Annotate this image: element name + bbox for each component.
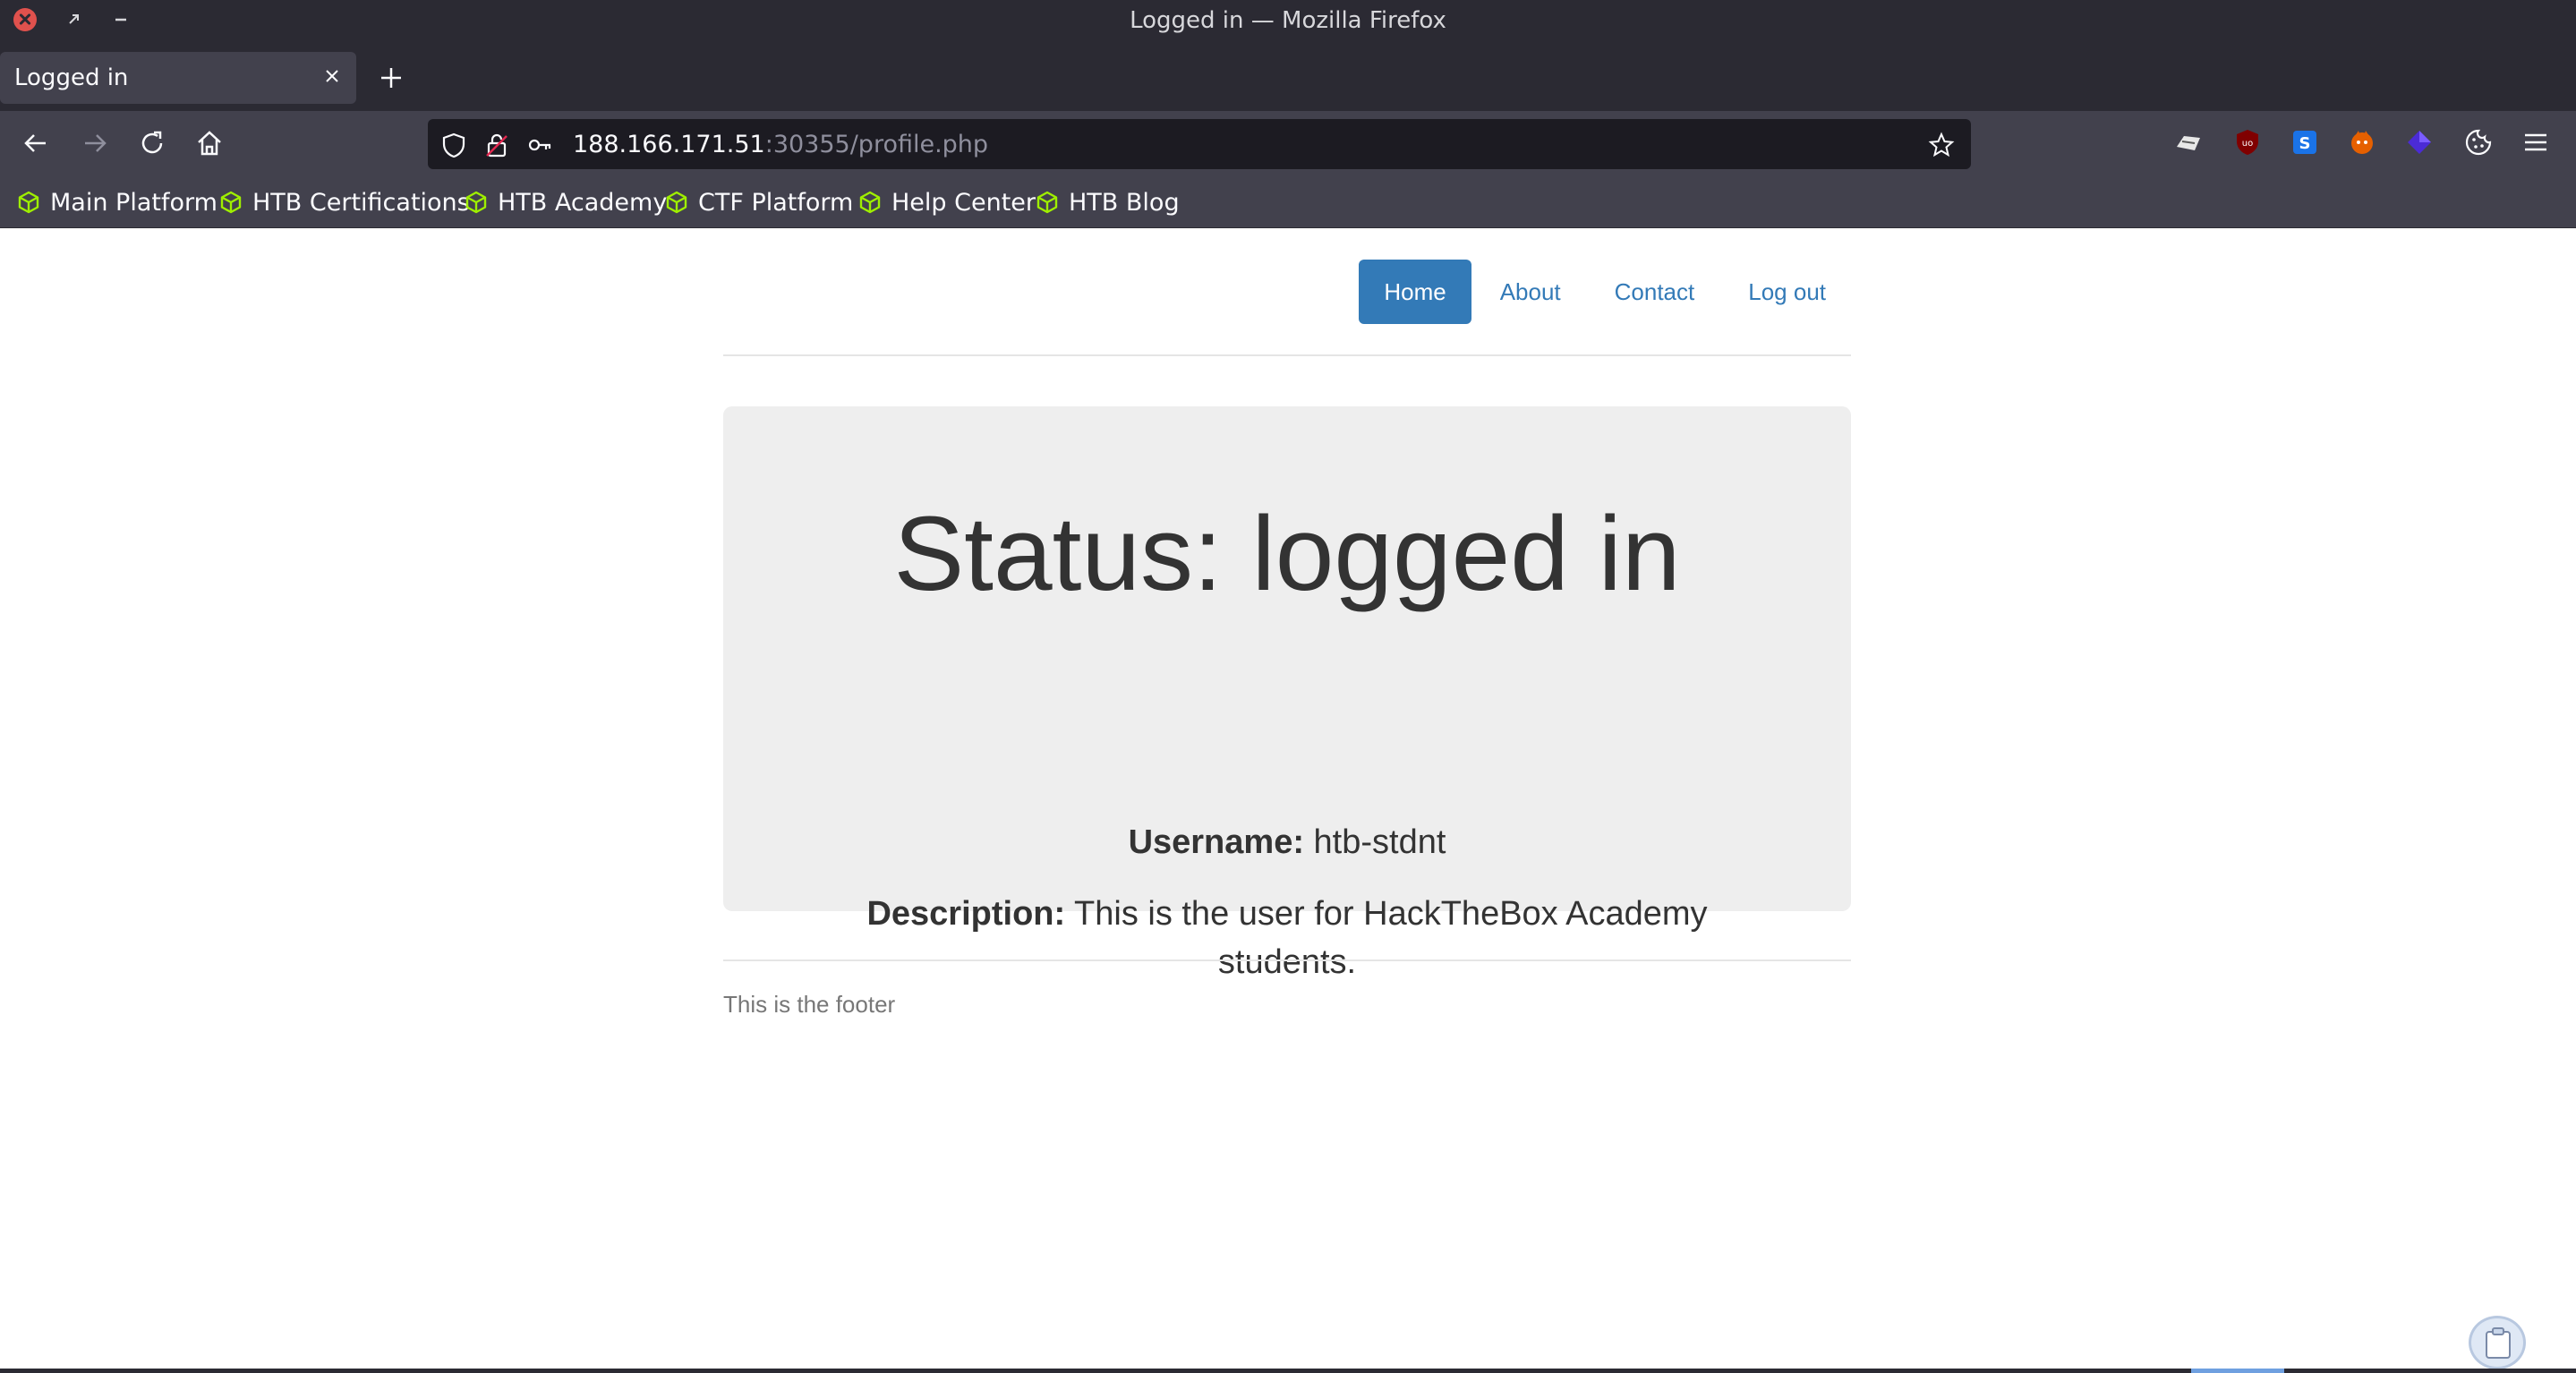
htb-cube-icon	[465, 191, 487, 214]
status-heading: Status: logged in	[893, 495, 1681, 613]
bookmark-label: Main Platform	[50, 188, 218, 217]
svg-text:uo: uo	[2242, 139, 2253, 149]
reload-icon[interactable]	[136, 127, 168, 159]
url-path: :30355/profile.php	[764, 131, 989, 158]
extension-ublock-icon[interactable]: uo	[2232, 127, 2263, 158]
nav-contact-link[interactable]: Contact	[1590, 260, 1720, 324]
web-page: Home About Contact Log out Status: logge…	[0, 228, 2576, 1369]
tracking-shield-icon[interactable]	[440, 132, 467, 158]
tab-close-icon[interactable]	[320, 64, 344, 88]
bookmark-help-center[interactable]: Help Center	[857, 186, 1036, 218]
bookmark-htb-academy[interactable]: HTB Academy	[464, 186, 667, 218]
nav-home-link[interactable]: Home	[1359, 260, 1471, 324]
bookmark-star-icon[interactable]	[1928, 132, 1955, 158]
key-icon[interactable]	[526, 132, 553, 158]
nav-about-link[interactable]: About	[1475, 260, 1586, 324]
htb-cube-icon	[859, 191, 881, 214]
bookmark-label: CTF Platform	[698, 188, 854, 217]
bookmark-main-platform[interactable]: Main Platform	[16, 186, 218, 218]
url-text[interactable]: 188.166.171.51:30355/profile.php	[573, 131, 988, 158]
navigation-toolbar: 188.166.171.51:30355/profile.php uo S	[0, 111, 2576, 177]
username-label: Username:	[1128, 823, 1304, 861]
extension-diamond-icon[interactable]	[2404, 127, 2435, 158]
nav-logout-link[interactable]: Log out	[1723, 260, 1851, 324]
site-nav: Home About Contact Log out	[1355, 260, 1851, 324]
bookmark-htb-blog[interactable]: HTB Blog	[1035, 186, 1180, 218]
bookmark-label: HTB Academy	[498, 188, 668, 217]
extension-s-icon[interactable]: S	[2290, 127, 2320, 158]
window-bottom-border	[0, 1369, 2576, 1373]
tab-logged-in[interactable]: Logged in	[0, 52, 356, 104]
bookmark-label: Help Center	[891, 188, 1036, 217]
insecure-lock-icon[interactable]	[483, 132, 510, 158]
bookmarks-toolbar: Main Platform HTB Certifications HTB Aca…	[0, 177, 2576, 228]
new-tab-icon[interactable]	[376, 63, 406, 93]
tab-bar: Logged in	[0, 41, 2576, 111]
clipboard-icon[interactable]	[2469, 1316, 2526, 1369]
header-divider	[723, 354, 1851, 356]
htb-cube-icon	[18, 191, 39, 214]
forward-icon[interactable]	[79, 127, 111, 159]
bookmark-htb-certifications[interactable]: HTB Certifications	[218, 186, 470, 218]
username-line: Username: htb-stdnt	[723, 818, 1851, 866]
extension-burp-icon[interactable]	[2173, 127, 2204, 158]
description-value: This is the user for HackTheBox Academy …	[1074, 895, 1708, 981]
tab-title: Logged in	[14, 64, 129, 91]
profile-jumbotron: Status: logged in Username: htb-stdnt De…	[723, 406, 1851, 981]
back-icon[interactable]	[20, 127, 52, 159]
window-bottom-indicator	[2191, 1369, 2284, 1373]
footer-text: This is the footer	[723, 991, 896, 1018]
bookmark-label: HTB Certifications	[252, 188, 470, 217]
window-title: Logged in — Mozilla Firefox	[1130, 7, 1446, 34]
htb-cube-icon	[220, 191, 242, 214]
url-host: 188.166.171.51	[573, 131, 765, 158]
window-titlebar: Logged in — Mozilla Firefox	[0, 0, 2576, 41]
htb-cube-icon	[1036, 191, 1058, 214]
footer-divider	[723, 959, 1851, 961]
home-icon[interactable]	[193, 127, 226, 159]
url-bar[interactable]: 188.166.171.51:30355/profile.php	[428, 119, 1971, 169]
description-label: Description:	[866, 895, 1066, 933]
bookmark-label: HTB Blog	[1069, 188, 1180, 217]
svg-text:S: S	[2299, 134, 2311, 153]
extension-fox-icon[interactable]	[2347, 127, 2377, 158]
description-line: Description: This is the user for HackTh…	[723, 890, 1851, 986]
htb-cube-icon	[666, 191, 687, 214]
username-value: htb-stdnt	[1313, 823, 1446, 861]
bookmark-ctf-platform[interactable]: CTF Platform	[664, 186, 853, 218]
menu-hamburger-icon[interactable]	[2521, 127, 2551, 158]
extension-cookie-icon[interactable]	[2463, 127, 2494, 158]
